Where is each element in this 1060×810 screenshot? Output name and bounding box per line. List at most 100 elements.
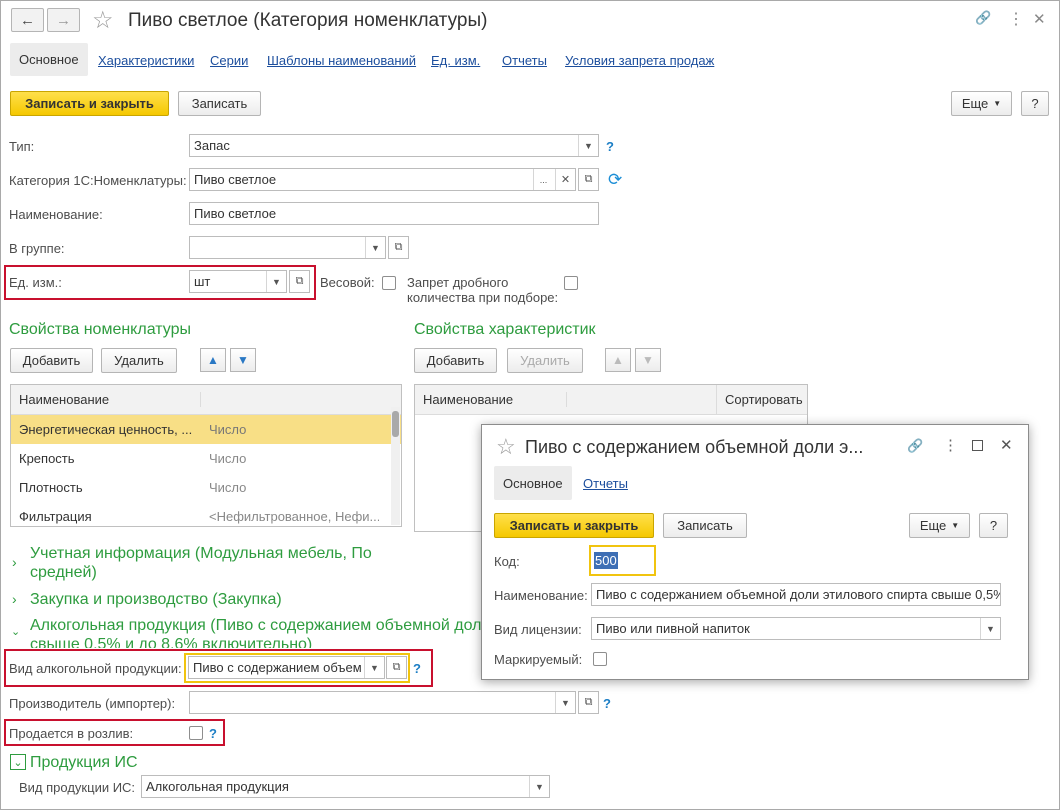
tab-units[interactable]: Ед. изм. [431, 53, 480, 68]
dropdown-arrow-icon[interactable]: ▼ [578, 135, 598, 156]
category-field[interactable]: Пиво светлое ... ✕ [189, 168, 576, 191]
table-row[interactable]: Крепость Число [11, 444, 401, 473]
star-icon[interactable]: ☆ [496, 434, 516, 460]
scrollbar[interactable] [391, 407, 400, 525]
accounting-section-title[interactable]: Учетная информация (Модульная мебель, По [30, 545, 372, 563]
more-button[interactable]: Еще ▼ [951, 91, 1012, 116]
alcohol-kind-label: Вид алкогольной продукции: [9, 661, 182, 676]
tab-name-templates[interactable]: Шаблоны наименований [267, 53, 416, 68]
table-row[interactable]: Плотность Число [11, 473, 401, 502]
help-button[interactable]: ? [1021, 91, 1049, 116]
is-kind-select[interactable]: Алкогольная продукция ▼ [141, 775, 550, 798]
purchase-section-title[interactable]: Закупка и производство (Закупка) [30, 591, 282, 609]
link-icon[interactable]: 🔗 [907, 438, 923, 454]
popup-more-button[interactable]: Еще ▼ [909, 513, 970, 538]
move-up-icon[interactable]: ▲ [200, 348, 226, 372]
tab-series[interactable]: Серии [210, 53, 248, 68]
tab-main[interactable]: Основное [10, 43, 88, 76]
popup-help-button[interactable]: ? [979, 513, 1008, 538]
alcohol-kind-select[interactable]: Пиво с содержанием объем ▼ [188, 656, 385, 679]
table-row[interactable]: Энергетическая ценность, ... Число [11, 415, 401, 444]
chevron-down-icon[interactable]: ⌄ [11, 625, 20, 638]
star-icon[interactable]: ☆ [92, 6, 114, 35]
chevron-down-icon[interactable]: ⌄ [10, 754, 26, 770]
move-up-icon[interactable]: ▲ [605, 348, 631, 372]
maximize-icon[interactable] [972, 440, 983, 451]
close-icon[interactable]: ✕ [1033, 10, 1046, 28]
dropdown-arrow-icon[interactable]: ▼ [365, 237, 385, 258]
more-icon[interactable]: ⋮ [1008, 9, 1024, 29]
weight-checkbox[interactable] [382, 276, 396, 290]
column-header-empty [567, 384, 717, 415]
popup-name-label: Наименование: [494, 588, 588, 603]
more-button-label: Еще [961, 96, 989, 111]
dropdown-arrow-icon[interactable]: ▼ [266, 271, 286, 292]
row-name: Плотность [19, 480, 83, 495]
chevron-right-icon[interactable]: › [12, 591, 17, 607]
save-button[interactable]: Записать [178, 91, 261, 116]
fraction-ban-checkbox[interactable] [564, 276, 578, 290]
is-section-title[interactable]: Продукция ИС [30, 754, 138, 772]
tab-sales-ban[interactable]: Условия запрета продаж [565, 53, 714, 68]
name-input[interactable]: Пиво светлое [189, 202, 599, 225]
open-icon[interactable]: ⧉ [578, 168, 599, 191]
back-button[interactable]: ← [11, 8, 44, 32]
draft-label: Продается в розлив: [9, 726, 134, 741]
move-down-icon[interactable]: ▼ [230, 348, 256, 372]
name-value: Пиво светлое [194, 206, 277, 221]
producer-field[interactable]: ▼ [189, 691, 576, 714]
help-question-icon[interactable]: ? [606, 139, 614, 154]
ellipsis-icon[interactable]: ... [533, 169, 553, 190]
draft-checkbox[interactable] [189, 726, 203, 740]
popup-tab-reports[interactable]: Отчеты [583, 476, 628, 491]
forward-button[interactable]: → [47, 8, 80, 32]
dropdown-arrow-icon[interactable]: ▼ [529, 776, 549, 797]
dropdown-arrow-icon[interactable]: ▼ [555, 692, 575, 713]
popup-license-select[interactable]: Пиво или пивной напиток ▼ [591, 617, 1001, 640]
popup-save-close-button[interactable]: Записать и закрыть [494, 513, 654, 538]
props-add-button[interactable]: Добавить [10, 348, 93, 373]
open-icon[interactable]: ⧉ [388, 236, 409, 259]
clear-icon[interactable]: ✕ [555, 169, 575, 190]
link-icon[interactable]: 🔗 [975, 10, 991, 26]
help-question-icon[interactable]: ? [603, 696, 611, 711]
type-select[interactable]: Запас ▼ [189, 134, 599, 157]
popup-code-input[interactable]: 500 [594, 552, 618, 569]
char-add-button[interactable]: Добавить [414, 348, 497, 373]
tab-reports[interactable]: Отчеты [502, 53, 547, 68]
dropdown-arrow-icon: ▼ [993, 99, 1002, 108]
open-icon[interactable]: ⧉ [578, 691, 599, 714]
popup-marked-checkbox[interactable] [593, 652, 607, 666]
group-label: В группе: [9, 241, 65, 256]
help-question-icon[interactable]: ? [209, 726, 217, 741]
popup-tab-main[interactable]: Основное [494, 466, 572, 500]
is-kind-value: Алкогольная продукция [146, 779, 289, 794]
close-icon[interactable]: ✕ [1000, 436, 1013, 454]
fraction-ban-label-1: Запрет дробного [407, 275, 509, 290]
popup-name-input[interactable]: Пиво с содержанием объемной доли этилово… [591, 583, 1001, 606]
popup-save-button[interactable]: Записать [663, 513, 747, 538]
unit-label: Ед. изм.: [9, 275, 62, 290]
char-delete-button[interactable]: Удалить [507, 348, 583, 373]
open-icon[interactable]: ⧉ [289, 270, 310, 293]
table-row[interactable]: Фильтрация <Нефильтрованное, Нефи... [11, 502, 401, 531]
alcohol-section-title[interactable]: Алкогольная продукция (Пиво с содержание… [30, 617, 490, 635]
tab-characteristics[interactable]: Характеристики [98, 53, 194, 68]
unit-select[interactable]: шт ▼ [189, 270, 287, 293]
weight-label: Весовой: [320, 275, 375, 290]
arrow-right-icon: → [56, 11, 71, 29]
refresh-icon[interactable]: ⟳ [608, 170, 622, 190]
dropdown-arrow-icon[interactable]: ▼ [980, 618, 1000, 639]
group-select[interactable]: ▼ [189, 236, 386, 259]
name-label: Наименование: [9, 207, 103, 222]
props-delete-button[interactable]: Удалить [101, 348, 177, 373]
scrollbar-thumb[interactable] [392, 411, 399, 437]
more-icon[interactable]: ⋮ [943, 436, 958, 454]
open-icon[interactable]: ⧉ [386, 656, 407, 679]
dropdown-arrow-icon[interactable]: ▼ [364, 657, 384, 678]
chevron-right-icon[interactable]: › [12, 554, 17, 570]
move-down-icon[interactable]: ▼ [635, 348, 661, 372]
help-question-icon[interactable]: ? [413, 661, 421, 676]
arrow-left-icon: ← [20, 11, 35, 29]
save-close-button[interactable]: Записать и закрыть [10, 91, 169, 116]
